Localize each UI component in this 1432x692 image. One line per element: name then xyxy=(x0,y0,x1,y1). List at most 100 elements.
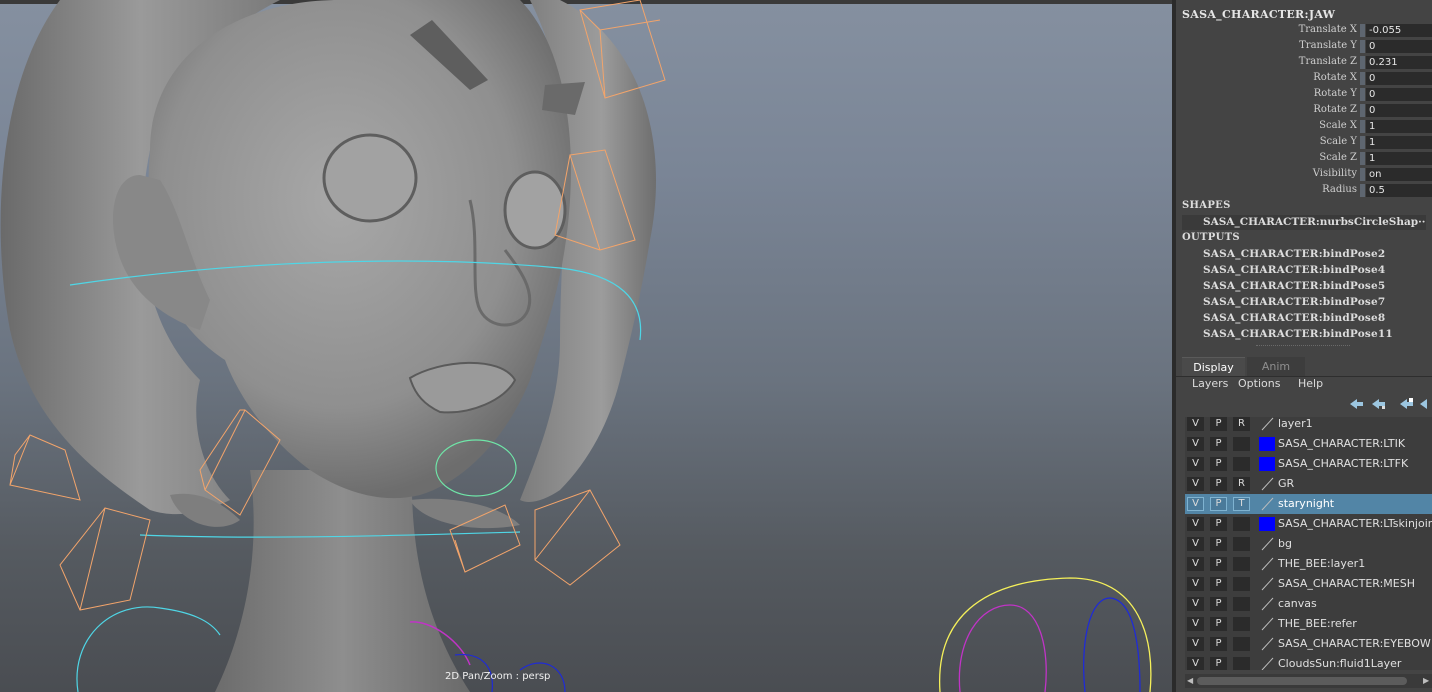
output-node-link[interactable]: SASA_CHARACTER:bindPose11 xyxy=(1203,328,1393,340)
layer-visibility-toggle[interactable]: V xyxy=(1187,477,1204,491)
layer-visibility-toggle[interactable]: V xyxy=(1187,597,1204,611)
layer-playback-toggle[interactable]: P xyxy=(1210,577,1227,591)
layer-visibility-toggle[interactable]: V xyxy=(1187,557,1204,571)
attribute-value-field[interactable] xyxy=(1366,168,1432,181)
new-layer-selected-icon[interactable] xyxy=(1398,397,1416,411)
layer-visibility-toggle[interactable]: V xyxy=(1187,577,1204,591)
attribute-value-field[interactable] xyxy=(1366,104,1432,117)
layer-playback-toggle[interactable]: P xyxy=(1210,477,1227,491)
layer-display-type-toggle[interactable] xyxy=(1233,457,1250,471)
output-node-link[interactable]: SASA_CHARACTER:bindPose4 xyxy=(1203,264,1385,276)
layer-row[interactable]: V P Tstarynight xyxy=(1185,494,1432,514)
layer-row[interactable]: V P SASA_CHARACTER:MESH xyxy=(1185,574,1432,594)
layer-list-hscrollbar[interactable]: ◀ ▶ xyxy=(1185,674,1432,688)
layer-display-type-toggle[interactable] xyxy=(1233,577,1250,591)
layer-visibility-toggle[interactable]: V xyxy=(1187,537,1204,551)
layer-visibility-toggle[interactable]: V xyxy=(1187,657,1204,670)
layer-visibility-toggle[interactable]: V xyxy=(1187,417,1204,431)
attribute-value-field[interactable] xyxy=(1366,120,1432,133)
layer-color-swatch[interactable] xyxy=(1259,457,1275,471)
layer-row[interactable]: V P THE_BEE:refer xyxy=(1185,614,1432,634)
scroll-right-icon[interactable]: ▶ xyxy=(1423,676,1431,686)
3d-viewport[interactable]: 2D Pan/Zoom : persp xyxy=(0,0,1172,692)
layer-row[interactable]: V P SASA_CHARACTER:LTskinjoint xyxy=(1185,514,1432,534)
layer-visibility-toggle[interactable]: V xyxy=(1187,497,1204,511)
layer-color-swatch-empty-icon[interactable] xyxy=(1259,617,1275,631)
output-node-link[interactable]: SASA_CHARACTER:bindPose7 xyxy=(1203,296,1385,308)
layer-visibility-toggle[interactable]: V xyxy=(1187,457,1204,471)
attribute-value-field[interactable] xyxy=(1366,72,1432,85)
tab-anim[interactable]: Anim xyxy=(1247,357,1305,376)
scroll-left-icon[interactable]: ◀ xyxy=(1187,676,1195,686)
attribute-value-field[interactable] xyxy=(1366,40,1432,53)
layer-visibility-toggle[interactable]: V xyxy=(1187,637,1204,651)
shape-item[interactable]: SASA_CHARACTER:nurbsCircleShap··· xyxy=(1182,215,1426,230)
layer-display-type-toggle[interactable] xyxy=(1233,437,1250,451)
layer-playback-toggle[interactable]: P xyxy=(1210,557,1227,571)
layer-playback-toggle[interactable]: P xyxy=(1210,417,1227,431)
layer-playback-toggle[interactable]: P xyxy=(1210,497,1227,511)
layer-row[interactable]: V Pbg xyxy=(1185,534,1432,554)
layer-playback-toggle[interactable]: P xyxy=(1210,657,1227,670)
layer-playback-toggle[interactable]: P xyxy=(1210,517,1227,531)
layer-playback-toggle[interactable]: P xyxy=(1210,457,1227,471)
layer-display-type-toggle[interactable]: R xyxy=(1233,477,1250,491)
layer-display-type-toggle[interactable] xyxy=(1233,637,1250,651)
layer-row[interactable]: V P R GR xyxy=(1185,474,1432,494)
layer-display-type-toggle[interactable] xyxy=(1233,537,1250,551)
layer-playback-toggle[interactable]: P xyxy=(1210,597,1227,611)
output-node-link[interactable]: SASA_CHARACTER:bindPose8 xyxy=(1203,312,1385,324)
layer-color-swatch-empty-icon[interactable] xyxy=(1259,637,1275,651)
layer-playback-toggle[interactable]: P xyxy=(1210,617,1227,631)
layer-color-swatch[interactable] xyxy=(1259,517,1275,531)
attribute-value-field[interactable] xyxy=(1366,24,1432,37)
layer-row[interactable]: V P CloudsSun:fluid1Layer xyxy=(1185,654,1432,670)
layer-visibility-toggle[interactable]: V xyxy=(1187,617,1204,631)
layer-color-swatch-empty-icon[interactable] xyxy=(1259,597,1275,611)
layer-row[interactable]: V P SASA_CHARACTER:LTIK xyxy=(1185,434,1432,454)
new-layer-icon[interactable] xyxy=(1418,397,1432,411)
layer-color-swatch-empty-icon[interactable] xyxy=(1259,477,1275,491)
layer-color-swatch-empty-icon[interactable] xyxy=(1259,497,1275,511)
layer-row[interactable]: V Pcanvas xyxy=(1185,594,1432,614)
output-node-link[interactable]: SASA_CHARACTER:bindPose5 xyxy=(1203,280,1385,292)
attribute-value-field[interactable] xyxy=(1366,136,1432,149)
layer-color-swatch-empty-icon[interactable] xyxy=(1259,417,1275,431)
layer-name: bg xyxy=(1278,537,1292,550)
layer-visibility-toggle[interactable]: V xyxy=(1187,517,1204,531)
attribute-value-field[interactable] xyxy=(1366,184,1432,197)
attribute-value-field[interactable] xyxy=(1366,152,1432,165)
layer-display-type-toggle[interactable] xyxy=(1233,557,1250,571)
layer-row[interactable]: V P SASA_CHARACTER:LTFK xyxy=(1185,454,1432,474)
layer-visibility-toggle[interactable]: V xyxy=(1187,437,1204,451)
viewport-scene[interactable] xyxy=(0,0,1172,692)
layer-color-swatch[interactable] xyxy=(1259,437,1275,451)
layer-row[interactable]: V P Rlayer1 xyxy=(1185,417,1432,434)
layer-playback-toggle[interactable]: P xyxy=(1210,437,1227,451)
layer-display-type-toggle[interactable]: R xyxy=(1233,417,1250,431)
tab-display[interactable]: Display xyxy=(1182,357,1245,376)
menu-layers[interactable]: Layers xyxy=(1192,377,1228,390)
layer-row[interactable]: V P SASA_CHARACTER:EYEBOW xyxy=(1185,634,1432,654)
layer-display-type-toggle[interactable] xyxy=(1233,517,1250,531)
layer-display-type-toggle[interactable] xyxy=(1233,657,1250,670)
layer-color-swatch-empty-icon[interactable] xyxy=(1259,657,1275,670)
layer-color-swatch-empty-icon[interactable] xyxy=(1259,577,1275,591)
attribute-value-field[interactable] xyxy=(1366,56,1432,69)
layer-display-type-toggle[interactable] xyxy=(1233,597,1250,611)
layer-color-swatch-empty-icon[interactable] xyxy=(1259,557,1275,571)
layer-display-type-toggle[interactable] xyxy=(1233,617,1250,631)
layer-row[interactable]: V P THE_BEE:layer1 xyxy=(1185,554,1432,574)
layer-display-type-toggle[interactable]: T xyxy=(1233,497,1250,511)
move-layer-up-icon[interactable] xyxy=(1348,397,1366,411)
move-layer-down-icon[interactable] xyxy=(1370,397,1388,411)
layer-playback-toggle[interactable]: P xyxy=(1210,637,1227,651)
menu-help[interactable]: Help xyxy=(1298,377,1323,390)
output-node-link[interactable]: SASA_CHARACTER:bindPose2 xyxy=(1203,248,1385,260)
attribute-value-field[interactable] xyxy=(1366,88,1432,101)
layer-color-swatch-empty-icon[interactable] xyxy=(1259,537,1275,551)
scrollbar-thumb[interactable] xyxy=(1197,677,1407,685)
menu-options[interactable]: Options xyxy=(1238,377,1280,390)
layer-list[interactable]: V P Rlayer1 V P SASA_CHARACTER:LTIK V P SASA_CHA… xyxy=(1185,417,1432,670)
layer-playback-toggle[interactable]: P xyxy=(1210,537,1227,551)
